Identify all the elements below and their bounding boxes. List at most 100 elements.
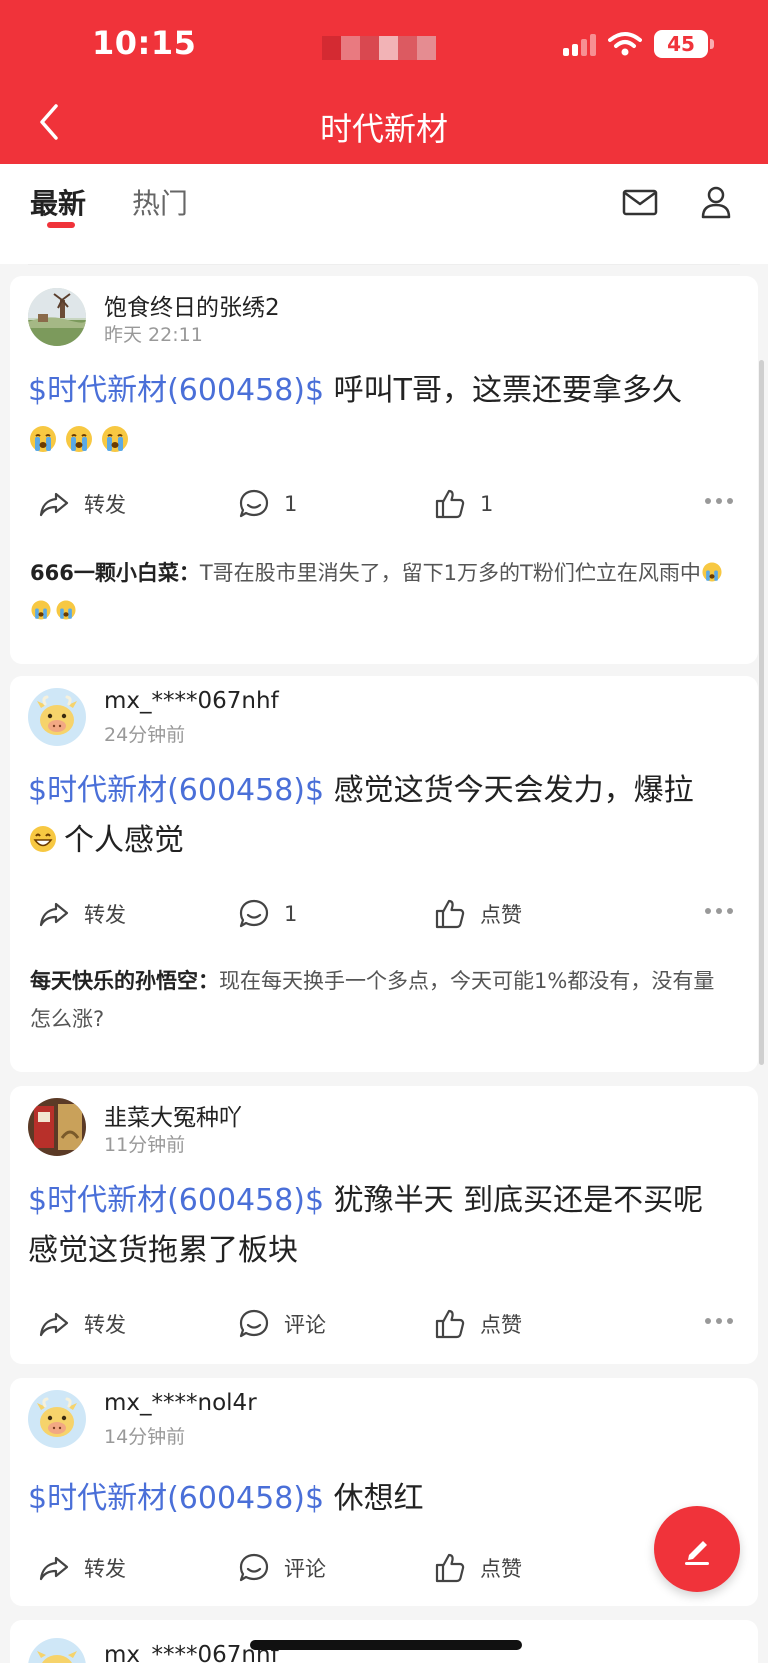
comment-preview[interactable]: 每天快乐的孙悟空：现在每天换手一个多点，今天可能1%都没有，没有量怎么涨? (30, 962, 730, 1038)
post-text: 感觉这货今天会发力，爆拉 (324, 773, 694, 808)
thumbs-up-icon (435, 1309, 465, 1339)
scrollbar[interactable] (759, 360, 764, 1065)
divider (28, 264, 740, 265)
like-button[interactable]: 点赞 (434, 898, 522, 930)
mail-button[interactable] (620, 182, 660, 222)
avatar[interactable] (28, 1638, 86, 1663)
post-actions: 转发 1 1 (28, 488, 734, 528)
comment-icon (239, 899, 269, 928)
share-icon (39, 1556, 69, 1581)
repost-label: 转发 (84, 903, 126, 927)
crying-emoji-icon (30, 426, 56, 452)
post-content: $时代新材(600458)$ 呼叫T哥，这票还要拿多久 (28, 366, 734, 466)
post-text: 休想红 (324, 1481, 424, 1516)
avatar[interactable] (28, 1390, 86, 1448)
comment-label: 评论 (284, 1557, 326, 1581)
profile-button[interactable] (696, 182, 736, 222)
post-text-continued: 个人感觉 (64, 823, 184, 858)
repost-button[interactable]: 转发 (38, 1308, 126, 1340)
comment-button[interactable]: 评论 (238, 1552, 326, 1584)
post-content: $时代新材(600458)$ 犹豫半天 到底买还是不买呢 感觉这货拖累了板块 (28, 1176, 734, 1276)
comment-count: 1 (284, 492, 298, 516)
thumbs-up-icon (435, 1553, 465, 1583)
stock-link[interactable]: $时代新材(600458)$ (28, 373, 324, 408)
like-button[interactable]: 1 (434, 488, 493, 520)
post-card[interactable]: mx_****nol4r 14分钟前 $时代新材(600458)$ 休想红 转发… (10, 1378, 758, 1606)
crying-emoji-row (28, 423, 136, 458)
comment-button[interactable]: 1 (238, 488, 297, 520)
stock-link[interactable]: $时代新材(600458)$ (28, 1481, 324, 1516)
more-icon[interactable] (704, 496, 734, 506)
crying-emoji-icon (66, 426, 92, 452)
comment-label: 评论 (284, 1313, 326, 1337)
repost-button[interactable]: 转发 (38, 1552, 126, 1584)
crying-emoji-icon (102, 426, 128, 452)
post-content: $时代新材(600458)$ 休想红 (28, 1474, 734, 1524)
thumbs-up-icon (435, 489, 465, 519)
comment-author[interactable]: 每天快乐的孙悟空： (30, 969, 219, 993)
battery-icon: 45 (654, 30, 714, 58)
post-time: 昨天 22:11 (104, 324, 203, 346)
comment-icon (239, 1309, 269, 1338)
username[interactable]: mx_****067nhf (104, 688, 279, 714)
repost-button[interactable]: 转发 (38, 488, 126, 520)
mail-icon (622, 189, 658, 216)
home-indicator (250, 1640, 522, 1650)
post-card[interactable]: mx_****067nhf 24分钟前 $时代新材(600458)$ 感觉这货今… (10, 676, 758, 1072)
username[interactable]: mx_****nol4r (104, 1390, 257, 1416)
post-card[interactable]: 韭菜大冤种吖 11分钟前 $时代新材(600458)$ 犹豫半天 到底买还是不买… (10, 1086, 758, 1364)
comment-button[interactable]: 评论 (238, 1308, 326, 1340)
status-icons: 45 (563, 30, 714, 58)
comment-count: 1 (284, 902, 298, 926)
header-bar: 10:15 45 时代新材 (0, 0, 768, 164)
share-icon (39, 492, 69, 517)
comment-button[interactable]: 1 (238, 898, 297, 930)
stock-link[interactable]: $时代新材(600458)$ (28, 773, 324, 808)
post-card[interactable]: 饱食终日的张绣2 昨天 22:11 $时代新材(600458)$ 呼叫T哥，这票… (10, 276, 758, 664)
share-icon (39, 902, 69, 927)
username[interactable]: 饱食终日的张绣2 (104, 288, 280, 322)
like-label: 点赞 (480, 1313, 522, 1337)
compose-button[interactable] (654, 1506, 740, 1592)
tabs-bar: 最新 热门 (0, 164, 768, 265)
like-label: 点赞 (480, 1557, 522, 1581)
repost-label: 转发 (84, 1313, 126, 1337)
share-icon (39, 1312, 69, 1337)
wifi-icon (608, 32, 642, 56)
repost-button[interactable]: 转发 (38, 898, 126, 930)
comment-text: T哥在股市里消失了，留下1万多的T粉们伫立在风雨中 (199, 561, 701, 585)
post-time: 14分钟前 (104, 1426, 186, 1448)
post-text: 呼叫T哥，这票还要拿多久 (324, 373, 682, 408)
more-icon[interactable] (704, 906, 734, 916)
signal-icon (563, 32, 596, 56)
username[interactable]: 韭菜大冤种吖 (104, 1098, 242, 1132)
tab-latest[interactable]: 最新 (30, 182, 86, 222)
like-button[interactable]: 点赞 (434, 1552, 522, 1584)
thumbs-up-icon (435, 899, 465, 929)
avatar[interactable] (28, 1098, 86, 1156)
repost-label: 转发 (84, 1557, 126, 1581)
pencil-icon (685, 1541, 709, 1565)
tab-hot[interactable]: 热门 (132, 182, 188, 222)
crying-emoji-icon (702, 562, 722, 582)
avatar[interactable] (28, 288, 86, 346)
active-tab-indicator (47, 222, 75, 228)
post-time: 24分钟前 (104, 724, 186, 746)
post-actions: 转发 评论 点赞 (28, 1308, 734, 1348)
comment-preview[interactable]: 666一颗小白菜：T哥在股市里消失了，留下1万多的T粉们伫立在风雨中 (30, 554, 730, 630)
avatar[interactable] (28, 688, 86, 746)
comment-author[interactable]: 666一颗小白菜： (30, 561, 200, 585)
user-icon (701, 186, 731, 219)
crying-emoji-icon (31, 600, 51, 620)
grinning-emoji-icon (30, 826, 56, 852)
post-time: 11分钟前 (104, 1134, 186, 1156)
status-time: 10:15 (92, 24, 197, 62)
more-icon[interactable] (704, 1316, 734, 1326)
carrier-blurred (322, 36, 436, 60)
stock-link[interactable]: $时代新材(600458)$ (28, 1183, 324, 1218)
comment-icon (239, 1553, 269, 1582)
repost-label: 转发 (84, 493, 126, 517)
comment-icon (239, 489, 269, 518)
page-title: 时代新材 (319, 110, 448, 148)
like-button[interactable]: 点赞 (434, 1308, 522, 1340)
